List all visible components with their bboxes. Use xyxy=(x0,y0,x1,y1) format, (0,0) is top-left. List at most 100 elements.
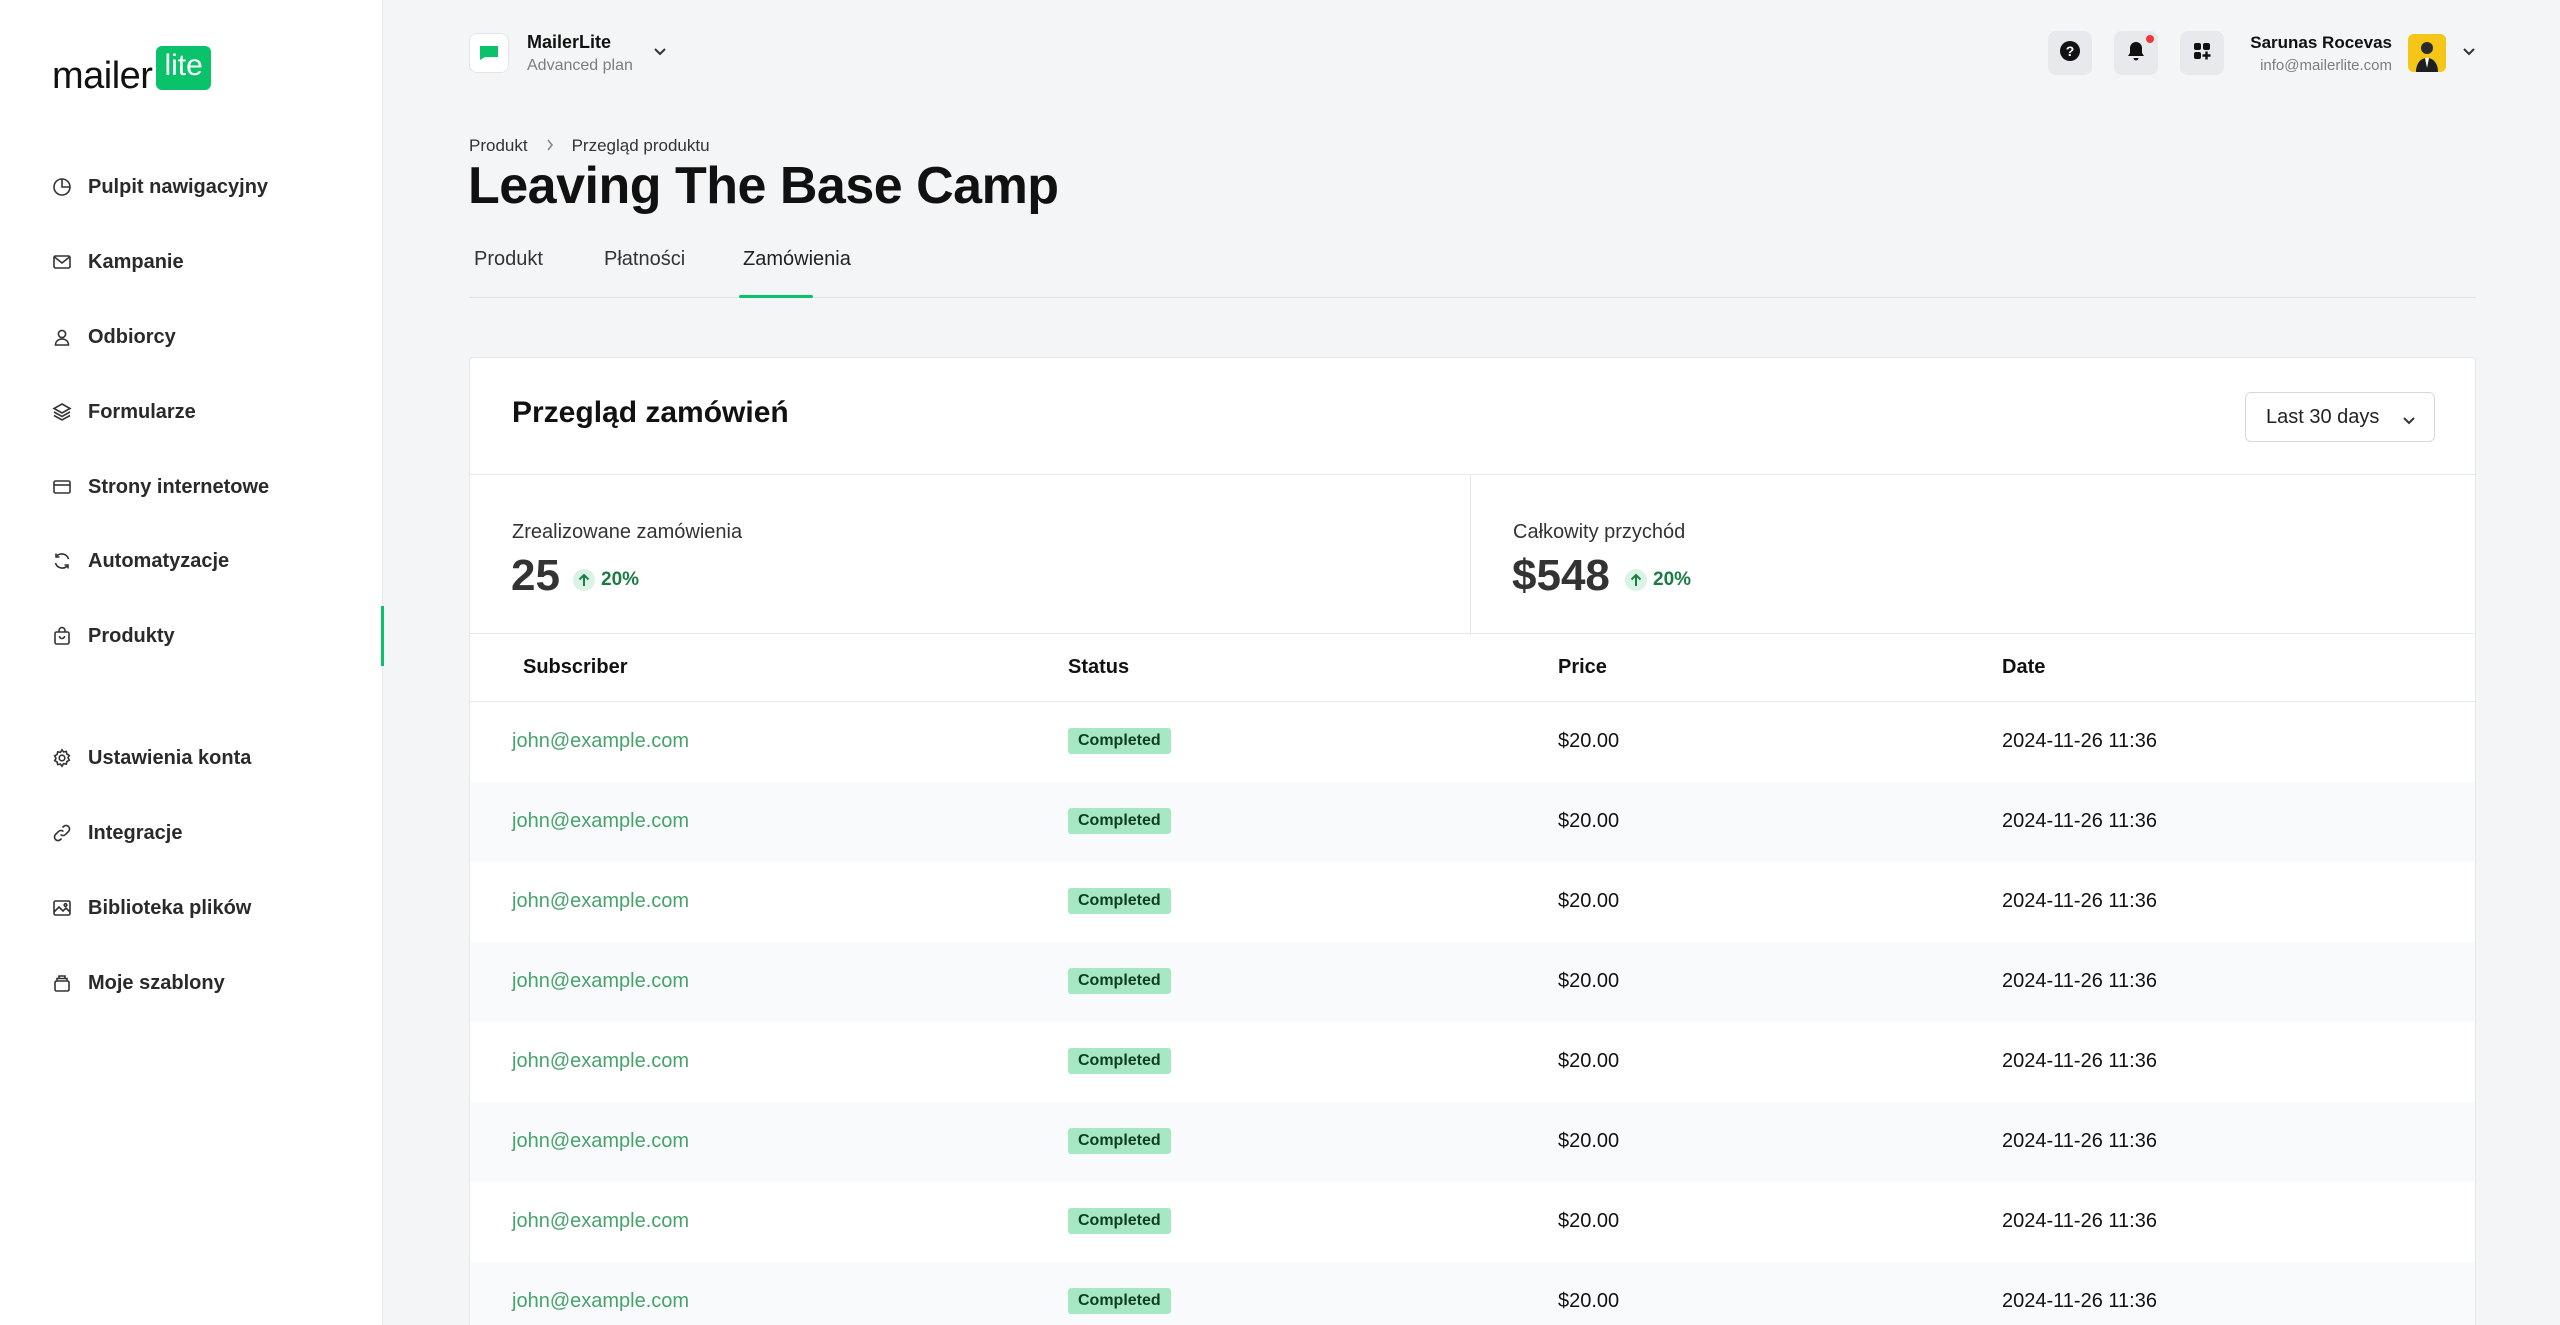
sidebar-item-products[interactable]: Produkty xyxy=(0,606,384,666)
arrow-up-icon xyxy=(1625,569,1647,591)
sidebar-item-label: Formularze xyxy=(88,400,196,423)
table-row[interactable]: john@example.com Completed $20.00 2024-1… xyxy=(470,1182,2475,1262)
help-button[interactable]: ? xyxy=(2048,31,2093,75)
page-title: Leaving The Base Camp xyxy=(468,157,1059,215)
column-header-status[interactable]: Status xyxy=(1068,656,1129,679)
chevron-right-icon xyxy=(546,136,554,156)
stat-delta-value: 20% xyxy=(1653,569,1692,590)
sidebar-item-forms[interactable]: Formularze xyxy=(0,382,383,442)
sidebar-item-my-templates[interactable]: Moje szablony xyxy=(0,953,383,1013)
subscriber-link[interactable]: john@example.com xyxy=(512,1210,689,1233)
sidebar-item-integrations[interactable]: Integracje xyxy=(0,803,383,863)
refresh-icon xyxy=(52,551,72,571)
link-icon xyxy=(52,823,72,843)
avatar[interactable] xyxy=(2408,34,2446,72)
logo-badge: lite xyxy=(156,46,211,90)
stats-row: Zrealizowane zamówienia 25 20% Całkowity… xyxy=(470,474,2475,635)
layers-icon xyxy=(52,402,72,422)
table-header: Subscriber Status Price Date xyxy=(470,634,2475,702)
status-badge: Completed xyxy=(1068,1128,1171,1154)
date-cell: 2024-11-26 11:36 xyxy=(2002,1050,2157,1072)
chevron-down-icon[interactable] xyxy=(2462,44,2476,62)
tabs: Produkt Płatności Zamówienia xyxy=(469,238,2476,298)
status-badge: Completed xyxy=(1068,1288,1171,1314)
status-badge: Completed xyxy=(1068,968,1171,994)
breadcrumb: Produkt Przegląd produktu xyxy=(469,136,710,156)
subscriber-link[interactable]: john@example.com xyxy=(512,810,689,833)
column-header-subscriber[interactable]: Subscriber xyxy=(523,656,627,679)
stat-total-revenue: Całkowity przychód $548 20% xyxy=(1471,475,2475,635)
table-row[interactable]: john@example.com Completed $20.00 2024-1… xyxy=(470,702,2475,782)
date-cell: 2024-11-26 11:36 xyxy=(2002,1210,2157,1232)
subscriber-link[interactable]: john@example.com xyxy=(512,1050,689,1073)
breadcrumb-parent[interactable]: Produkt xyxy=(469,136,528,156)
sidebar-item-account-settings[interactable]: Ustawienia konta xyxy=(0,728,383,788)
account-switcher[interactable]: MailerLite Advanced plan xyxy=(469,28,667,78)
stat-delta: 20% xyxy=(1625,569,1691,591)
table-row[interactable]: john@example.com Completed $20.00 2024-1… xyxy=(470,1022,2475,1102)
mailerlite-logo[interactable]: mailer lite xyxy=(52,46,211,100)
stat-label: Całkowity przychód xyxy=(1513,521,1686,543)
sidebar-item-label: Strony internetowe xyxy=(88,475,270,498)
stat-value: $548 xyxy=(1512,551,1610,600)
image-icon xyxy=(52,898,72,918)
stat-delta-value: 20% xyxy=(601,569,640,590)
sidebar-item-file-library[interactable]: Biblioteka plików xyxy=(0,878,383,938)
subscriber-link[interactable]: john@example.com xyxy=(512,730,689,753)
orders-overview-card: Przegląd zamówień Last 30 days Zrealizow… xyxy=(469,357,2476,1325)
sidebar-item-websites[interactable]: Strony internetowe xyxy=(0,457,383,517)
account-name: MailerLite xyxy=(527,31,612,52)
card-title: Przegląd zamówień xyxy=(512,396,789,429)
price-cell: $20.00 xyxy=(1558,1210,1620,1232)
table-row[interactable]: john@example.com Completed $20.00 2024-1… xyxy=(470,862,2475,942)
table-row[interactable]: john@example.com Completed $20.00 2024-1… xyxy=(470,782,2475,862)
table-row[interactable]: john@example.com Completed $20.00 2024-1… xyxy=(470,1262,2475,1325)
subscriber-link[interactable]: john@example.com xyxy=(512,1130,689,1153)
date-range-value: Last 30 days xyxy=(2266,405,2380,428)
table-row[interactable]: john@example.com Completed $20.00 2024-1… xyxy=(470,942,2475,1022)
subscriber-link[interactable]: john@example.com xyxy=(512,1290,689,1313)
chevron-down-icon xyxy=(2402,409,2416,432)
status-badge: Completed xyxy=(1068,888,1171,914)
date-range-dropdown[interactable]: Last 30 days xyxy=(2245,392,2435,442)
sidebar-item-label: Automatyzacje xyxy=(88,549,230,572)
user-icon xyxy=(52,327,72,347)
status-badge: Completed xyxy=(1068,808,1171,834)
sidebar-item-label: Moje szablony xyxy=(88,971,225,994)
tab-product[interactable]: Produkt xyxy=(474,248,543,298)
sidebar-item-label: Odbiorcy xyxy=(88,325,176,348)
tab-orders[interactable]: Zamówienia xyxy=(743,248,851,298)
sidebar-item-label: Integracje xyxy=(88,821,183,844)
sidebar-item-label: Ustawienia konta xyxy=(88,746,252,769)
table-row[interactable]: john@example.com Completed $20.00 2024-1… xyxy=(470,1102,2475,1182)
active-tab-indicator xyxy=(739,295,813,298)
status-badge: Completed xyxy=(1068,728,1171,754)
price-cell: $20.00 xyxy=(1558,1130,1620,1152)
sidebar-item-dashboard[interactable]: Pulpit nawigacyjny xyxy=(0,157,383,217)
column-header-date[interactable]: Date xyxy=(2002,656,2045,679)
sidebar-item-subscribers[interactable]: Odbiorcy xyxy=(0,307,383,367)
sidebar-item-label: Biblioteka plików xyxy=(88,896,252,919)
gear-icon xyxy=(52,748,72,768)
sidebar-item-automations[interactable]: Automatyzacje xyxy=(0,531,383,591)
svg-text:?: ? xyxy=(2066,43,2075,59)
price-cell: $20.00 xyxy=(1558,730,1620,752)
subscriber-link[interactable]: john@example.com xyxy=(512,970,689,993)
user-name: Sarunas Rocevas xyxy=(2250,32,2392,52)
sidebar: mailer lite Pulpit nawigacyjny Kampanie … xyxy=(0,0,384,1325)
tab-payments[interactable]: Płatności xyxy=(604,248,685,298)
top-right-controls: ? Sarunas Rocevas info@mailerlite.com xyxy=(2026,30,2476,76)
sidebar-item-campaigns[interactable]: Kampanie xyxy=(0,232,383,292)
column-header-price[interactable]: Price xyxy=(1558,656,1607,679)
help-icon: ? xyxy=(2059,40,2081,67)
apps-button[interactable] xyxy=(2180,31,2225,75)
date-cell: 2024-11-26 11:36 xyxy=(2002,1130,2157,1152)
date-cell: 2024-11-26 11:36 xyxy=(2002,970,2157,992)
account-plan: Advanced plan xyxy=(527,56,633,74)
stat-value: 25 xyxy=(511,551,560,600)
stat-delta: 20% xyxy=(573,569,639,591)
subscriber-link[interactable]: john@example.com xyxy=(512,890,689,913)
logo-word: mailer xyxy=(52,54,153,97)
notifications-button[interactable] xyxy=(2114,31,2159,75)
breadcrumb-current: Przegląd produktu xyxy=(571,136,710,155)
